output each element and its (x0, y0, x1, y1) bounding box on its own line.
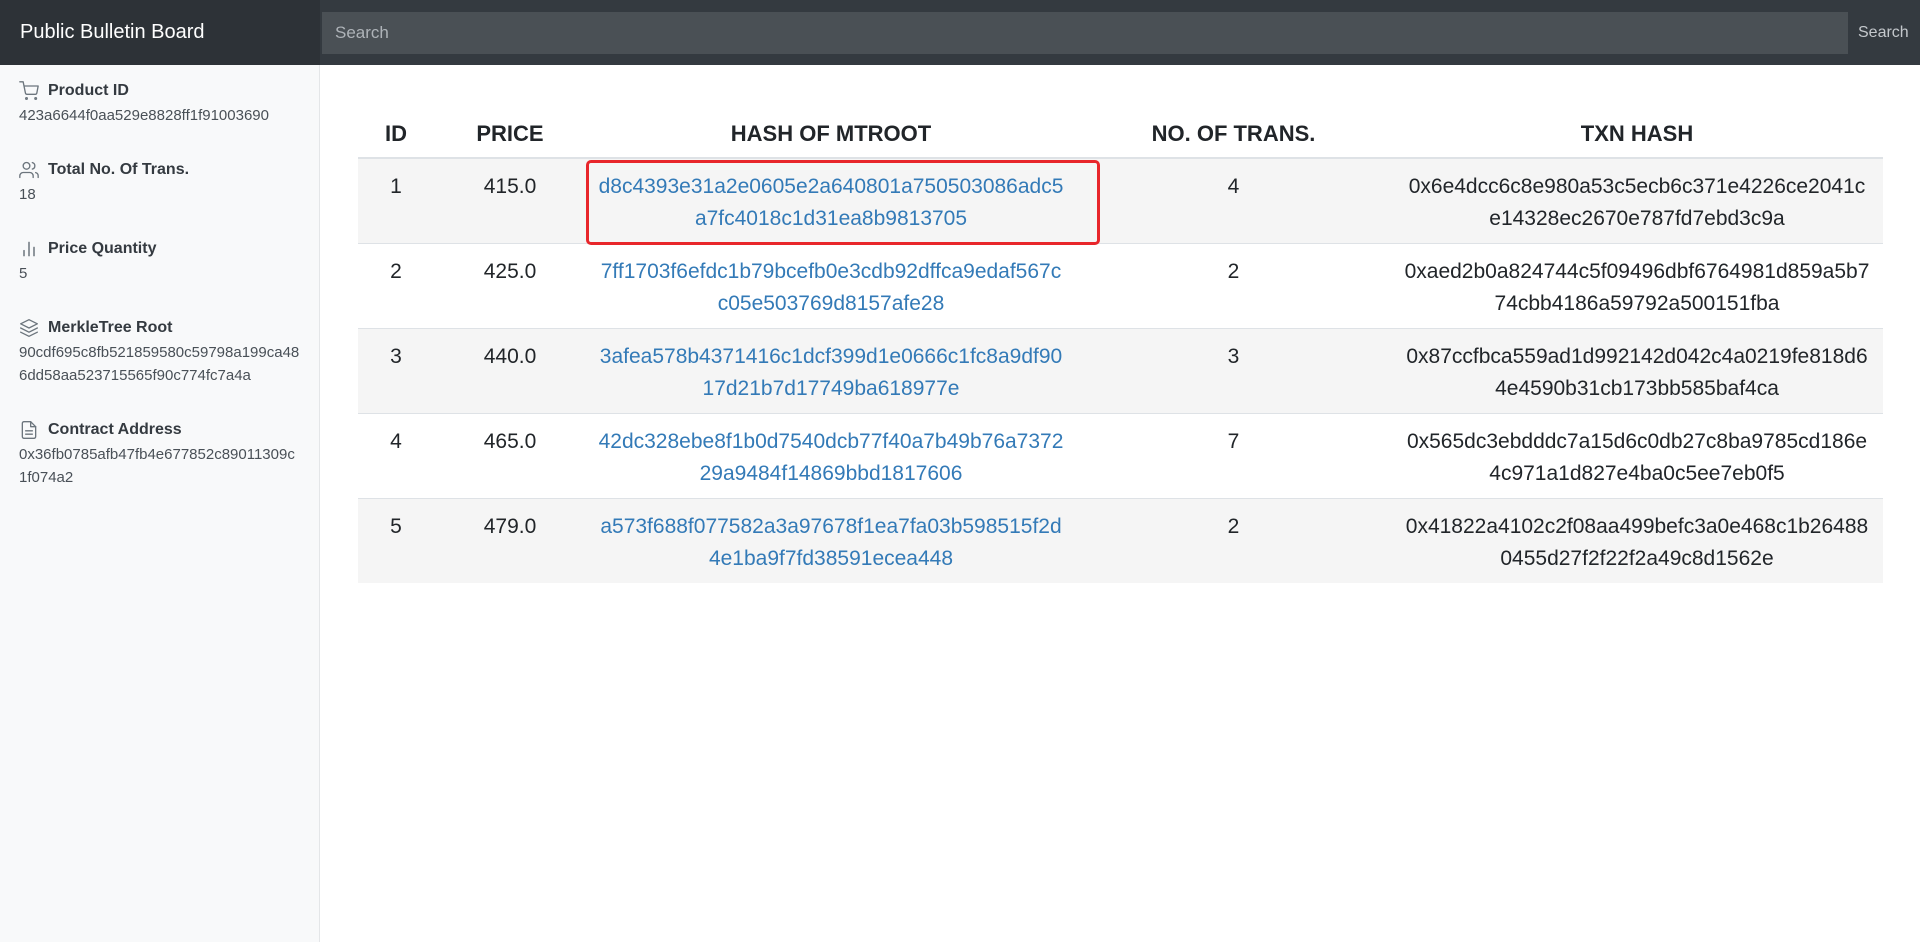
cell-txn-hash: 0x41822a4102c2f08aa499befc3a0e468c1b2648… (1391, 497, 1883, 583)
cell-txn-hash: 0xaed2b0a824744c5f09496dbf6764981d859a5b… (1391, 242, 1883, 328)
column-header-mtroot: HASH OF MTROOT (586, 110, 1076, 159)
sidebar-item-total-trans: Total No. Of Trans. 18 (19, 159, 301, 206)
column-header-txn-hash: TXN HASH (1391, 110, 1883, 159)
sidebar-item-label: MerkleTree Root (48, 319, 173, 336)
cell-txn-hash: 0x565dc3ebdddc7a15d6c0db27c8ba9785cd186e… (1391, 412, 1883, 498)
search-input[interactable] (322, 11, 1848, 54)
sidebar-item-merkletree-root: MerkleTree Root 90cdf695c8fb521859580c59… (19, 317, 301, 387)
cell-trans: 2 (1076, 497, 1391, 583)
sidebar-item-header: Total No. Of Trans. (19, 159, 301, 181)
sidebar-item-label: Product ID (48, 82, 129, 99)
transactions-table: ID PRICE HASH OF MTROOT NO. OF TRANS. TX… (358, 110, 1883, 583)
bar-chart-icon (19, 239, 39, 259)
sidebar-item-header: Price Quantity (19, 238, 301, 260)
table-row: 4 465.0 42dc328ebe8f1b0d7540dcb77f40a7b4… (358, 412, 1883, 498)
sidebar-item-header: Product ID (19, 80, 301, 102)
cell-txn-hash: 0x87ccfbca559ad1d992142d042c4a0219fe818d… (1391, 327, 1883, 413)
table-row: 5 479.0 a573f688f077582a3a97678f1ea7fa03… (358, 497, 1883, 583)
brand-link[interactable]: Public Bulletin Board (0, 0, 320, 65)
cell-id: 1 (358, 157, 434, 243)
column-header-id: ID (358, 110, 434, 159)
cell-txn-hash: 0x6e4dcc6c8e980a53c5ecb6c371e4226ce2041c… (1391, 157, 1883, 243)
sidebar-item-label: Total No. Of Trans. (48, 161, 190, 178)
sidebar-item-price-quantity: Price Quantity 5 (19, 238, 301, 285)
cell-price: 465.0 (434, 412, 586, 498)
sidebar-item-header: MerkleTree Root (19, 317, 301, 339)
sidebar-item-contract-address: Contract Address 0x36fb0785afb47fb4e6778… (19, 419, 301, 489)
mtroot-hash-link[interactable]: 7ff1703f6efdc1b79bcefb0e3cdb92dffca9edaf… (601, 260, 1061, 315)
table-header-row: ID PRICE HASH OF MTROOT NO. OF TRANS. TX… (358, 110, 1883, 159)
cell-price: 479.0 (434, 497, 586, 583)
cell-mtroot: a573f688f077582a3a97678f1ea7fa03b598515f… (586, 497, 1076, 583)
cell-price: 415.0 (434, 157, 586, 243)
sidebar-item-value: 5 (19, 265, 28, 282)
sidebar-item-value: 0x36fb0785afb47fb4e677852c89011309c1f074… (19, 446, 295, 486)
cell-price: 425.0 (434, 242, 586, 328)
sidebar-item-value: 18 (19, 186, 36, 203)
cell-trans: 2 (1076, 242, 1391, 328)
mtroot-hash-link[interactable]: 3afea578b4371416c1dcf399d1e0666c1fc8a9df… (600, 345, 1062, 400)
search-button[interactable]: Search (1854, 24, 1913, 42)
table-row: 3 440.0 3afea578b4371416c1dcf399d1e0666c… (358, 327, 1883, 413)
sidebar-item-label: Price Quantity (48, 240, 157, 257)
sidebar-item-value: 423a6644f0aa529e8828ff1f91003690 (19, 107, 269, 124)
column-header-price: PRICE (434, 110, 586, 159)
top-navbar: Public Bulletin Board Search (0, 0, 1920, 65)
sidebar-item-label: Contract Address (48, 421, 182, 438)
cell-mtroot: 7ff1703f6efdc1b79bcefb0e3cdb92dffca9edaf… (586, 242, 1076, 328)
cell-trans: 7 (1076, 412, 1391, 498)
users-icon (19, 160, 39, 180)
table-row: 2 425.0 7ff1703f6efdc1b79bcefb0e3cdb92df… (358, 242, 1883, 328)
sidebar-item-header: Contract Address (19, 419, 301, 441)
mtroot-hash-link[interactable]: 42dc328ebe8f1b0d7540dcb77f40a7b49b76a737… (599, 430, 1064, 485)
layers-icon (19, 318, 39, 338)
cart-icon (19, 81, 39, 101)
cell-price: 440.0 (434, 327, 586, 413)
sidebar-item-value: 90cdf695c8fb521859580c59798a199ca486dd58… (19, 344, 300, 384)
cell-mtroot: 42dc328ebe8f1b0d7540dcb77f40a7b49b76a737… (586, 412, 1076, 498)
cell-id: 4 (358, 412, 434, 498)
cell-trans: 3 (1076, 327, 1391, 413)
sidebar-item-product-id: Product ID 423a6644f0aa529e8828ff1f91003… (19, 80, 301, 127)
mtroot-hash-link[interactable]: a573f688f077582a3a97678f1ea7fa03b598515f… (600, 515, 1061, 570)
cell-id: 2 (358, 242, 434, 328)
cell-trans: 4 (1076, 157, 1391, 243)
cell-mtroot: 3afea578b4371416c1dcf399d1e0666c1fc8a9df… (586, 327, 1076, 413)
mtroot-hash-link[interactable]: d8c4393e31a2e0605e2a640801a750503086adc5… (599, 175, 1064, 230)
cell-mtroot: d8c4393e31a2e0605e2a640801a750503086adc5… (586, 157, 1076, 243)
file-icon (19, 420, 39, 440)
main-content: ID PRICE HASH OF MTROOT NO. OF TRANS. TX… (358, 110, 1883, 583)
cell-id: 3 (358, 327, 434, 413)
sidebar: Product ID 423a6644f0aa529e8828ff1f91003… (0, 65, 320, 942)
cell-id: 5 (358, 497, 434, 583)
column-header-trans: NO. OF TRANS. (1076, 110, 1391, 159)
table-row: 1 415.0 d8c4393e31a2e0605e2a640801a75050… (358, 157, 1883, 243)
